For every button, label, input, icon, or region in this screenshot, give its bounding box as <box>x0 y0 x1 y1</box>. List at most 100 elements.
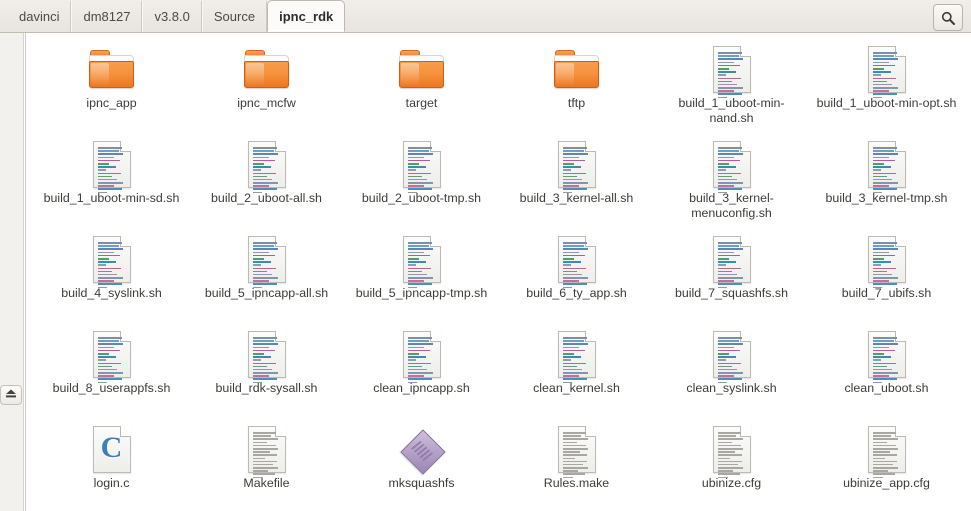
shell-script-icon <box>712 235 751 289</box>
file-item[interactable]: build_7_squashfs.sh <box>654 231 809 326</box>
file-icon-wrap <box>867 136 906 194</box>
search-icon <box>941 11 955 25</box>
breadcrumb-item-davinci[interactable]: davinci <box>8 1 72 32</box>
shell-script-icon <box>867 330 906 384</box>
shell-script-icon <box>867 235 906 289</box>
file-icon-wrap <box>402 326 441 384</box>
icon-text-lines <box>717 242 745 289</box>
file-item[interactable]: build_rdk-sysall.sh <box>189 326 344 421</box>
icon-text-lines <box>97 242 125 289</box>
file-name-label: build_1_uboot-min-nand.sh <box>678 96 785 125</box>
shell-script-icon <box>247 235 286 289</box>
eject-button[interactable] <box>0 385 22 405</box>
file-item[interactable]: mksquashfs <box>344 421 499 511</box>
icon-text-lines <box>717 147 745 194</box>
file-item[interactable]: Makefile <box>189 421 344 511</box>
file-item[interactable]: clean_syslink.sh <box>654 326 809 421</box>
file-item[interactable]: build_8_userappfs.sh <box>34 326 189 421</box>
folder-gloss <box>245 63 264 85</box>
places-sidebar[interactable] <box>0 33 24 511</box>
file-item[interactable]: ubinize.cfg <box>654 421 809 511</box>
file-icon-wrap <box>557 421 596 479</box>
file-item[interactable]: build_5_ipncapp-all.sh <box>189 231 344 326</box>
icon-text-lines <box>562 432 590 479</box>
file-icon-wrap <box>712 421 751 479</box>
file-item[interactable]: ipnc_mcfw <box>189 41 344 136</box>
shell-script-icon <box>557 235 596 289</box>
file-item[interactable]: ipnc_app <box>34 41 189 136</box>
icon-text-lines <box>252 337 280 384</box>
file-icon-wrap <box>557 136 596 194</box>
file-item[interactable]: build_7_ubifs.sh <box>809 231 964 326</box>
folder-icon <box>243 49 291 93</box>
file-icon-wrap <box>247 136 286 194</box>
executable-icon <box>399 429 446 475</box>
breadcrumb-item-source[interactable]: Source <box>201 1 268 32</box>
file-icon-wrap <box>712 136 751 194</box>
file-item[interactable]: build_3_kernel-all.sh <box>499 136 654 231</box>
icon-text-lines <box>872 432 900 479</box>
file-icon-wrap <box>867 231 906 289</box>
file-icon-wrap <box>92 231 131 289</box>
file-list-view[interactable]: ipnc_app ipnc_mcfw target tftp build_1_uboot… <box>27 33 971 511</box>
breadcrumb-item-dm8127[interactable]: dm8127 <box>71 1 143 32</box>
icon-text-lines <box>717 52 745 99</box>
shell-script-icon <box>92 140 131 194</box>
text-file-icon <box>712 425 751 479</box>
file-item[interactable]: build_3_kernel-tmp.sh <box>809 136 964 231</box>
icon-text-lines <box>562 147 590 194</box>
shell-script-icon <box>867 45 906 99</box>
file-item[interactable]: build_2_uboot-tmp.sh <box>344 136 499 231</box>
file-item[interactable]: build_1_uboot-min-nand.sh <box>654 41 809 136</box>
icon-text-lines <box>872 337 900 384</box>
file-item[interactable]: build_4_syslink.sh <box>34 231 189 326</box>
text-file-icon <box>557 425 596 479</box>
folder-icon <box>398 49 446 93</box>
file-item[interactable]: build_1_uboot-min-opt.sh <box>809 41 964 136</box>
file-item[interactable]: Rules.make <box>499 421 654 511</box>
icon-text-lines <box>97 337 125 384</box>
file-icon-wrap <box>553 41 601 93</box>
shell-script-icon <box>247 330 286 384</box>
file-icon-wrap <box>398 41 446 93</box>
file-icon-wrap <box>402 136 441 194</box>
file-item[interactable]: build_2_uboot-all.sh <box>189 136 344 231</box>
file-icon-wrap <box>92 136 131 194</box>
file-name-label: build_3_kernel-menuconfig.sh <box>689 191 774 220</box>
shell-script-icon <box>557 330 596 384</box>
file-item[interactable]: Clogin.c <box>34 421 189 511</box>
breadcrumb-item-v3-8-0[interactable]: v3.8.0 <box>142 1 202 32</box>
file-item[interactable]: target <box>344 41 499 136</box>
file-manager-window: davinci dm8127 v3.8.0 Source ipnc_rdk ipnc_a… <box>0 0 971 511</box>
icon-text-lines <box>562 242 590 289</box>
file-item[interactable]: ubinize_app.cfg <box>809 421 964 511</box>
shell-script-icon <box>867 140 906 194</box>
file-icon-wrap <box>712 41 751 99</box>
icon-text-lines <box>252 147 280 194</box>
file-item[interactable]: build_6_ty_app.sh <box>499 231 654 326</box>
sidebar-divider <box>25 33 26 511</box>
file-item[interactable]: build_5_ipncapp-tmp.sh <box>344 231 499 326</box>
file-icon-wrap <box>557 231 596 289</box>
breadcrumb-item-ipnc-rdk[interactable]: ipnc_rdk <box>267 0 346 32</box>
folder-icon <box>553 49 601 93</box>
icon-text-lines <box>407 147 435 194</box>
file-item[interactable]: clean_uboot.sh <box>809 326 964 421</box>
pathbar: davinci dm8127 v3.8.0 Source ipnc_rdk <box>0 0 971 33</box>
file-item[interactable]: tftp <box>499 41 654 136</box>
file-name-label: mksquashfs <box>388 476 455 490</box>
file-item[interactable]: build_1_uboot-min-sd.sh <box>34 136 189 231</box>
text-file-icon <box>867 425 906 479</box>
file-name-label: ipnc_mcfw <box>237 96 296 110</box>
shell-script-icon <box>712 45 751 99</box>
search-button[interactable] <box>933 4 963 31</box>
file-item[interactable]: clean_kernel.sh <box>499 326 654 421</box>
file-icon-wrap <box>712 326 751 384</box>
file-item[interactable]: clean_ipncapp.sh <box>344 326 499 421</box>
icon-text-lines <box>407 242 435 289</box>
icon-text-lines <box>97 147 125 194</box>
icon-text-lines <box>252 432 280 479</box>
file-name-label: ipnc_app <box>86 96 137 110</box>
file-item[interactable]: build_3_kernel-menuconfig.sh <box>654 136 809 231</box>
shell-script-icon <box>402 235 441 289</box>
